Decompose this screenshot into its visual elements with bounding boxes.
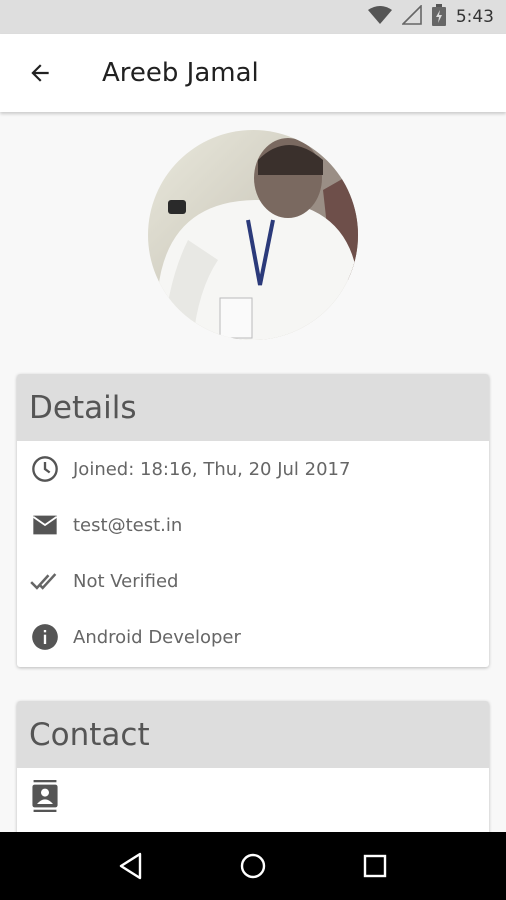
profile-content[interactable]: Details Joined: 18:16, Thu, 20 Jul 2017 …: [0, 112, 506, 832]
joined-row: Joined: 18:16, Thu, 20 Jul 2017: [17, 441, 489, 497]
circle-home-icon: [240, 853, 266, 879]
nav-home-button[interactable]: [231, 844, 275, 888]
verified-text: Not Verified: [73, 570, 179, 592]
arrow-left-icon: [31, 64, 49, 82]
contact-title: Contact: [29, 716, 150, 753]
contact-row[interactable]: [17, 768, 489, 824]
triangle-back-icon: [119, 852, 142, 880]
back-button[interactable]: [20, 53, 60, 93]
role-row: Android Developer: [17, 609, 489, 665]
signal-icon: [400, 3, 422, 30]
avatar[interactable]: [148, 130, 358, 340]
nav-recents-button[interactable]: [353, 844, 397, 888]
double-check-icon: [30, 566, 60, 596]
app-bar: Areeb Jamal: [0, 34, 506, 112]
nav-back-button[interactable]: [109, 844, 153, 888]
details-header: Details: [17, 374, 489, 441]
joined-text: Joined: 18:16, Thu, 20 Jul 2017: [73, 458, 351, 480]
email-text: test@test.in: [73, 514, 183, 536]
status-time: 5:43: [455, 7, 494, 27]
square-recents-icon: [363, 854, 387, 878]
email-row[interactable]: test@test.in: [17, 497, 489, 553]
contact-card: Contact: [17, 701, 489, 832]
battery-icon: [431, 3, 446, 31]
page-title: Areeb Jamal: [102, 58, 259, 88]
verified-row: Not Verified: [17, 553, 489, 609]
wifi-icon: [367, 5, 392, 30]
info-icon: [30, 622, 60, 652]
mail-icon: [30, 510, 60, 540]
navigation-bar: [0, 832, 506, 900]
status-bar: 5:43: [0, 0, 506, 34]
details-title: Details: [29, 389, 137, 426]
contacts-icon: [30, 780, 60, 812]
role-text: Android Developer: [73, 626, 241, 648]
clock-icon: [30, 454, 60, 484]
contact-header: Contact: [17, 701, 489, 768]
details-card: Details Joined: 18:16, Thu, 20 Jul 2017 …: [17, 374, 489, 667]
